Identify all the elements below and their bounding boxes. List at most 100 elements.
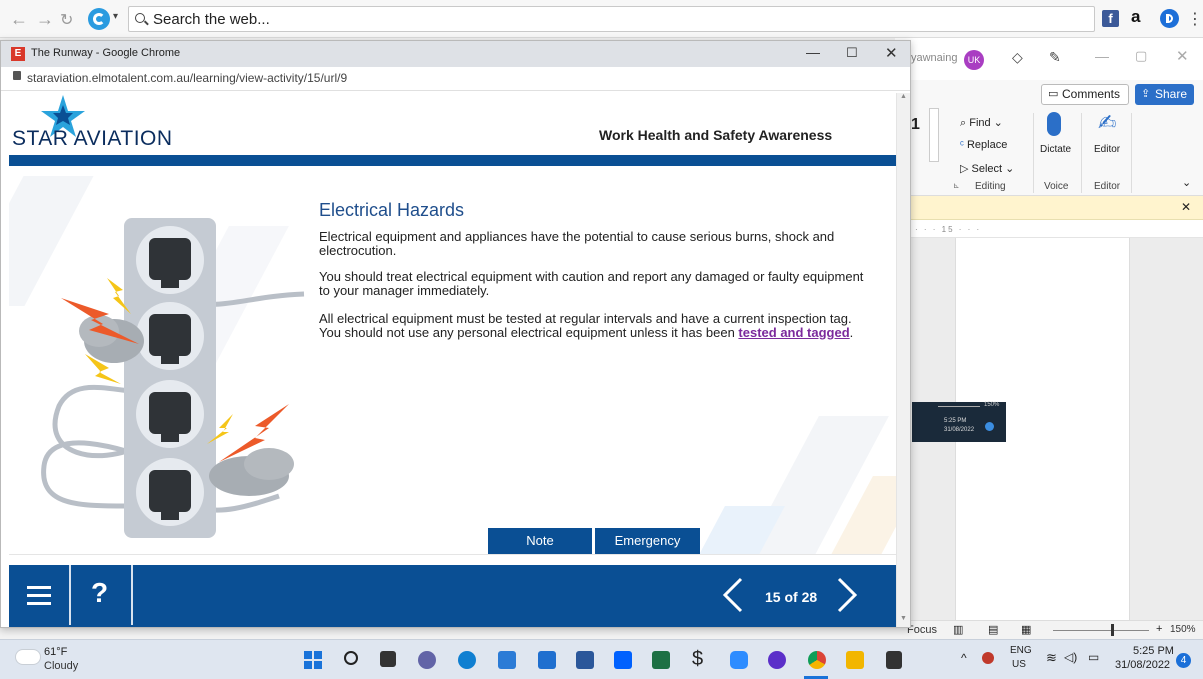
scroll-up-icon[interactable]: ▲: [900, 93, 907, 100]
web-layout-icon[interactable]: ▦: [1021, 623, 1031, 636]
previous-page-button[interactable]: [721, 577, 745, 613]
pen-icon[interactable]: ✎: [1049, 49, 1061, 66]
file-explorer-icon[interactable]: [846, 651, 864, 669]
replace-button[interactable]: ᶜ Replace: [960, 139, 1007, 151]
refresh-icon[interactable]: ↻: [60, 10, 73, 30]
profile-icon[interactable]: [1160, 9, 1179, 28]
show-hidden-icons[interactable]: ^: [961, 651, 967, 665]
weather-description[interactable]: Cloudy: [44, 660, 78, 672]
mini-zoom: 150%: [984, 402, 1000, 408]
word-restore-icon[interactable]: ▢: [1135, 48, 1147, 64]
more-menu-icon[interactable]: ⋮: [1187, 9, 1203, 29]
mail-icon[interactable]: [538, 651, 556, 669]
clipboard-icon[interactable]: [886, 651, 902, 669]
zoom-in-icon[interactable]: +: [1156, 623, 1162, 635]
paragraph-testing: All electrical equipment must be tested …: [319, 312, 864, 340]
find-icon: ⌕: [960, 117, 970, 129]
cortana-icon[interactable]: [768, 651, 786, 669]
language-region[interactable]: US: [1012, 659, 1026, 670]
microphone-icon[interactable]: [1047, 112, 1061, 136]
editor-icon[interactable]: ✍: [1098, 110, 1116, 136]
read-mode-icon[interactable]: ▥: [953, 623, 963, 636]
ribbon-collapse-icon[interactable]: ⌄: [1182, 176, 1191, 189]
chevron-right-icon: [837, 577, 858, 613]
diamond-icon[interactable]: ◇: [1012, 49, 1023, 66]
font-size-spinner[interactable]: [929, 108, 939, 162]
share-icon: ⇪: [1141, 88, 1151, 100]
select-button[interactable]: ▷ Select ⌄: [960, 162, 1014, 175]
cloudy-weather-icon[interactable]: [16, 650, 40, 664]
chrome-address-bar[interactable]: staraviation.elmotalent.com.au/learning/…: [1, 67, 910, 91]
dropbox-icon[interactable]: [614, 651, 632, 669]
print-layout-icon[interactable]: ▤: [988, 623, 998, 636]
font-size-fragment: 1: [911, 116, 920, 133]
comments-button[interactable]: ▭ Comments: [1041, 84, 1129, 105]
wifi-icon[interactable]: ≋: [1046, 650, 1057, 666]
avatar[interactable]: UK: [964, 50, 984, 70]
comments-label: Comments: [1062, 87, 1121, 101]
language-code[interactable]: ENG: [1010, 645, 1032, 656]
dollar-app-icon[interactable]: $: [692, 648, 703, 671]
clock-time[interactable]: 5:25 PM: [1133, 645, 1174, 657]
find-label: Find: [969, 117, 991, 129]
task-view-icon[interactable]: [380, 651, 396, 667]
zoom-slider[interactable]: [1053, 630, 1149, 631]
edge-icon[interactable]: [458, 651, 476, 669]
clock-date[interactable]: 31/08/2022: [1115, 659, 1170, 671]
weather-temp[interactable]: 61°F: [44, 646, 67, 658]
volume-icon[interactable]: ◁): [1064, 650, 1077, 664]
mini-time: 5:25 PM: [944, 418, 967, 424]
word-icon[interactable]: [576, 651, 594, 669]
zoom-icon[interactable]: [730, 651, 748, 669]
close-icon[interactable]: ✕: [885, 44, 898, 62]
maximize-icon[interactable]: ☐: [846, 45, 858, 61]
vertical-scrollbar[interactable]: ▲ ▼: [896, 93, 910, 627]
ie-dropdown-icon[interactable]: ▾: [113, 11, 118, 22]
tested-and-tagged-link[interactable]: tested and tagged: [738, 325, 849, 340]
amazon-icon[interactable]: a: [1131, 7, 1140, 27]
outer-search-input[interactable]: Search the web...: [128, 6, 1095, 32]
dialog-launcher-icon[interactable]: ⊾: [953, 181, 960, 190]
word-close-icon[interactable]: ✕: [1176, 47, 1189, 65]
lock-icon[interactable]: [13, 71, 21, 80]
minimize-icon[interactable]: —: [806, 44, 820, 60]
select-label: Select: [971, 163, 1003, 175]
help-button[interactable]: ?: [71, 565, 133, 625]
focus-button[interactable]: Focus: [907, 624, 937, 636]
windows-start-icon[interactable]: [304, 651, 322, 669]
zoom-slider-thumb[interactable]: [1111, 624, 1114, 636]
scroll-down-icon[interactable]: ▼: [900, 615, 907, 622]
word-minimize-icon[interactable]: —: [1095, 48, 1109, 64]
note-button[interactable]: Note: [488, 528, 592, 554]
share-button[interactable]: ⇪ Share: [1135, 84, 1194, 105]
teams-chat-icon[interactable]: [418, 651, 436, 669]
editor-label[interactable]: Editor: [1094, 144, 1120, 155]
chrome-icon[interactable]: [808, 651, 826, 669]
security-icon[interactable]: [982, 652, 994, 664]
paragraph-burns: Electrical equipment and appliances have…: [319, 229, 835, 258]
dictate-label[interactable]: Dictate: [1040, 144, 1071, 155]
search-icon: [135, 13, 145, 23]
excel-icon[interactable]: [652, 651, 670, 669]
back-arrow-icon[interactable]: ←: [10, 9, 28, 30]
word-info-bar: ✕: [895, 196, 1203, 220]
word-status-bar: Focus ▥ ▤ ▦ + 150%: [895, 620, 1203, 639]
emergency-button[interactable]: Emergency: [595, 528, 700, 554]
notification-badge[interactable]: 4: [1176, 653, 1191, 668]
search-icon[interactable]: [344, 651, 358, 665]
next-page-button[interactable]: [835, 577, 859, 613]
search-placeholder: Search the web...: [153, 11, 270, 28]
course-title: Work Health and Safety Awareness: [599, 127, 833, 143]
question-icon: ?: [91, 577, 109, 608]
battery-icon[interactable]: ▭: [1088, 650, 1099, 664]
header-divider: [9, 155, 896, 166]
facebook-icon[interactable]: f: [1102, 10, 1119, 27]
ie-logo-icon[interactable]: [88, 8, 110, 30]
find-button[interactable]: ⌕ Find ⌄: [960, 116, 1003, 130]
menu-button[interactable]: [9, 565, 71, 625]
editor-group-label: Editor: [1094, 181, 1121, 192]
close-icon[interactable]: ✕: [1181, 200, 1191, 214]
chrome-titlebar: E The Runway - Google Chrome — ☐ ✕: [1, 41, 910, 67]
forward-arrow-icon[interactable]: →: [36, 9, 54, 30]
store-icon[interactable]: [498, 651, 516, 669]
